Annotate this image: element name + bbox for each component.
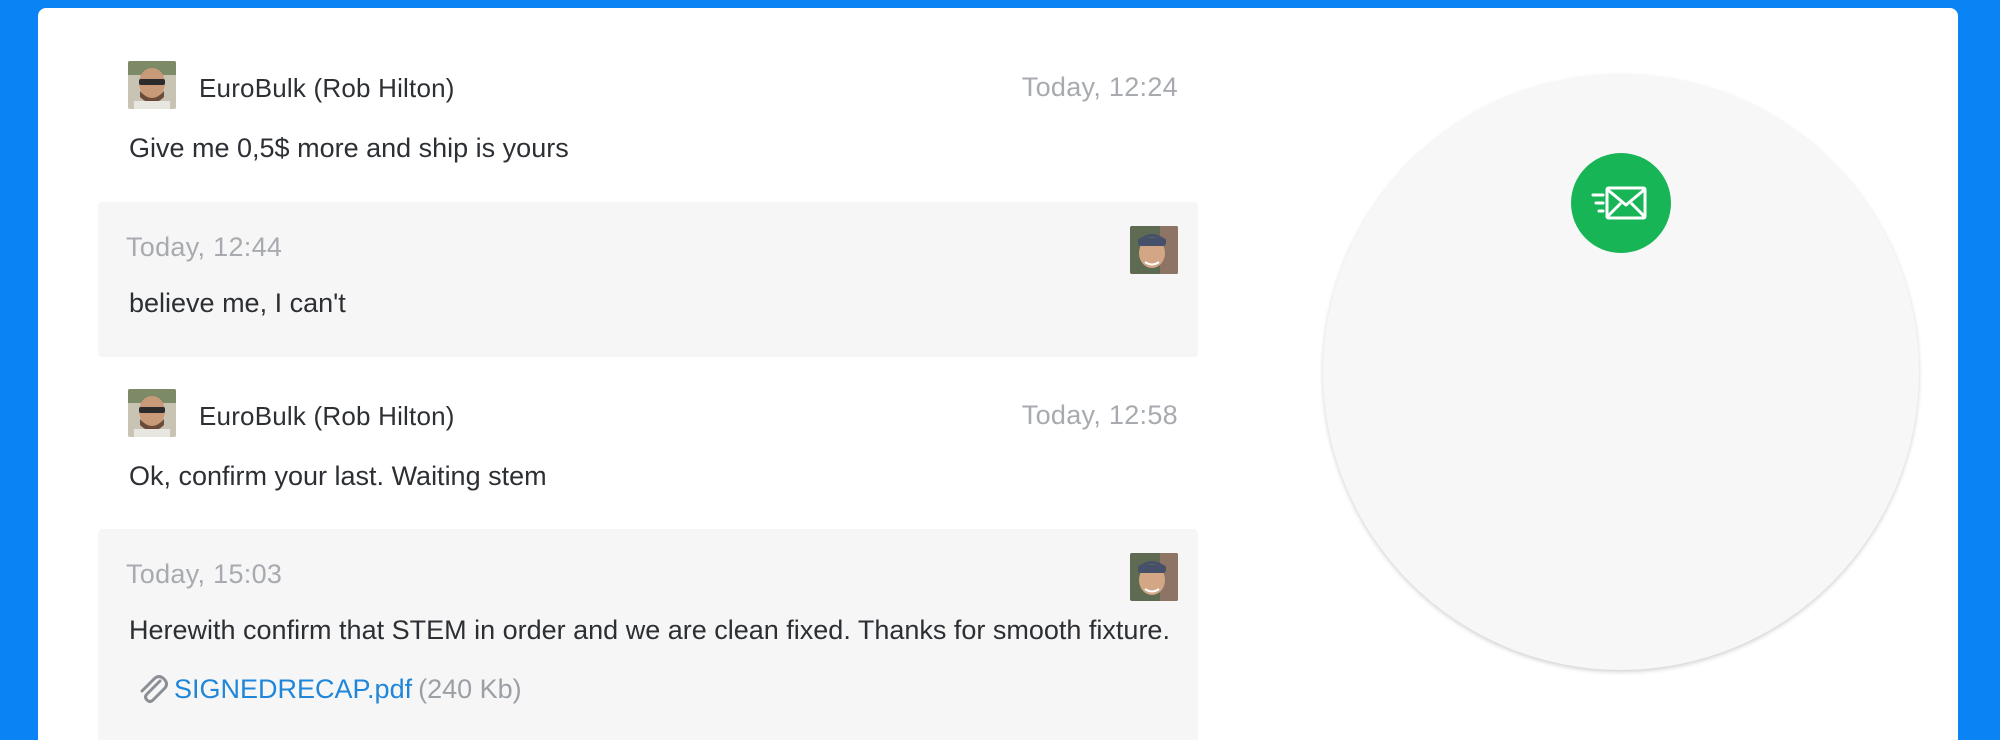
message-timestamp: Today, 12:44 [126, 232, 283, 262]
message-timestamp: Today, 12:24 [1021, 72, 1178, 102]
sender-name: EuroBulk (Rob Hilton) [199, 401, 455, 431]
sender-avatar-image [128, 61, 176, 109]
message-text: Ok, confirm your last. Waiting stem [129, 461, 547, 491]
message-text: Give me 0,5$ more and ship is yours [129, 133, 569, 163]
message-outgoing: Today, 15:03 Herewith confirm that STEM … [98, 529, 1198, 740]
attachment: SIGNEDRECAP.pdf (240 Kb) [134, 671, 522, 707]
message-incoming: EuroBulk (Rob Hilton) Today, 12:58 Ok, c… [98, 376, 1198, 518]
message-timestamp: Today, 15:03 [126, 559, 283, 589]
attachment-size: (240 Kb) [418, 673, 522, 704]
send-mail-icon [1591, 186, 1647, 220]
send-message-button[interactable] [1571, 153, 1671, 253]
sender-name: EuroBulk (Rob Hilton) [199, 73, 455, 103]
chat-panel: EuroBulk (Rob Hilton) Today, 12:24 Give … [38, 8, 1958, 740]
user-avatar[interactable] [1130, 553, 1178, 601]
sender-avatar[interactable] [128, 61, 176, 109]
user-avatar-image [1130, 553, 1178, 601]
message-incoming: EuroBulk (Rob Hilton) Today, 12:24 Give … [98, 48, 1198, 190]
sender-avatar-image [128, 389, 176, 437]
message-text: believe me, I can't [129, 288, 346, 318]
message-text: Herewith confirm that STEM in order and … [129, 615, 1170, 645]
paperclip-icon [140, 675, 168, 703]
user-avatar-image [1130, 226, 1178, 274]
sender-avatar[interactable] [128, 389, 176, 437]
attachment-link[interactable]: SIGNEDRECAP.pdf [174, 674, 412, 705]
user-avatar[interactable] [1130, 226, 1178, 274]
message-outgoing: Today, 12:44 believe me, I can't [98, 202, 1198, 357]
message-timestamp: Today, 12:58 [1021, 400, 1178, 430]
